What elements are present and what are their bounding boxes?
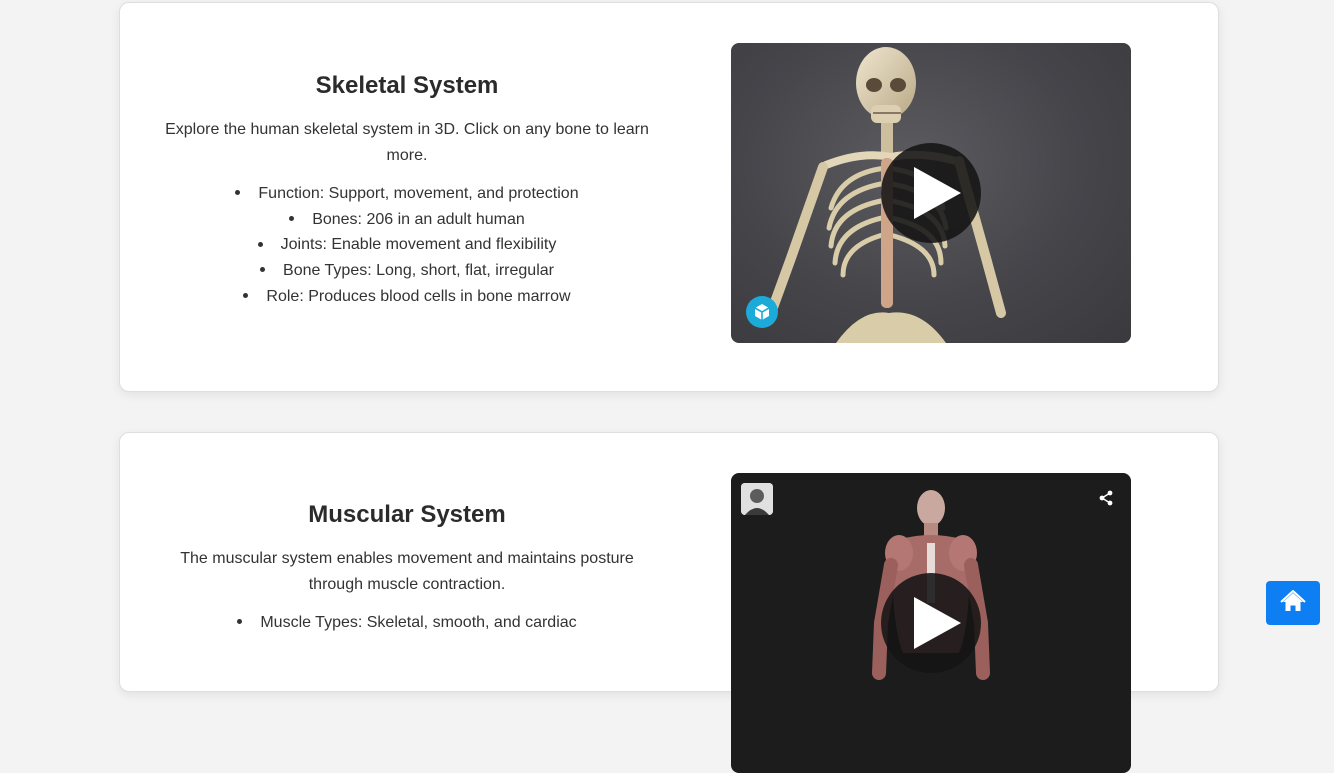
play-button[interactable] (881, 143, 981, 243)
play-icon (914, 167, 961, 219)
skeletal-system-description: Explore the human skeletal system in 3D.… (165, 121, 649, 164)
home-button[interactable] (1266, 581, 1320, 625)
muscular-3d-viewer[interactable] (731, 473, 1131, 773)
skeletal-3d-viewer[interactable] (731, 43, 1131, 343)
list-item: Muscle Types: Skeletal, smooth, and card… (160, 610, 654, 636)
muscular-system-description: The muscular system enables movement and… (180, 550, 634, 593)
author-avatar[interactable] (741, 483, 773, 515)
list-item: Bone Types: Long, short, flat, irregular (160, 258, 654, 284)
muscular-system-card: Muscular System The muscular system enab… (119, 432, 1219, 773)
skeletal-system-card: Skeletal System Explore the human skelet… (119, 2, 1219, 392)
sketchfab-logo-icon[interactable] (746, 296, 778, 328)
skeletal-system-title: Skeletal System (315, 72, 499, 99)
fact-text: Function: Support, movement, and protect… (258, 185, 579, 202)
list-item: Bones: 206 in an adult human (160, 207, 654, 233)
fact-text: Bone Types: Long, short, flat, irregular (283, 262, 554, 280)
bullet-icon (260, 267, 266, 273)
share-icon[interactable] (1097, 489, 1115, 507)
home-icon (1280, 590, 1306, 611)
bullet-icon (289, 215, 295, 221)
muscular-system-title: Muscular System (308, 501, 506, 528)
play-button[interactable] (881, 573, 981, 673)
skeletal-facts-list: Function: Support, movement, and protect… (160, 181, 654, 310)
list-item: Function: Support, movement, and protect… (160, 181, 654, 207)
fact-text: Muscle Types: Skeletal, smooth, and card… (260, 614, 577, 631)
bullet-icon (237, 619, 243, 625)
list-item: Joints: Enable movement and flexibility (160, 232, 654, 258)
fact-text: Bones: 206 in an adult human (312, 210, 525, 228)
muscular-facts-list: Muscle Types: Skeletal, smooth, and card… (160, 610, 654, 636)
skeletal-system-text: Skeletal System Explore the human skelet… (160, 71, 654, 310)
fact-text: Role: Produces blood cells in bone marro… (266, 287, 571, 305)
play-icon (914, 597, 961, 649)
bullet-icon (235, 190, 241, 196)
bullet-icon (257, 241, 263, 247)
muscular-system-text: Muscular System The muscular system enab… (160, 500, 654, 636)
bullet-icon (243, 293, 249, 299)
fact-text: Joints: Enable movement and flexibility (280, 236, 557, 254)
list-item: Role: Produces blood cells in bone marro… (160, 284, 654, 310)
